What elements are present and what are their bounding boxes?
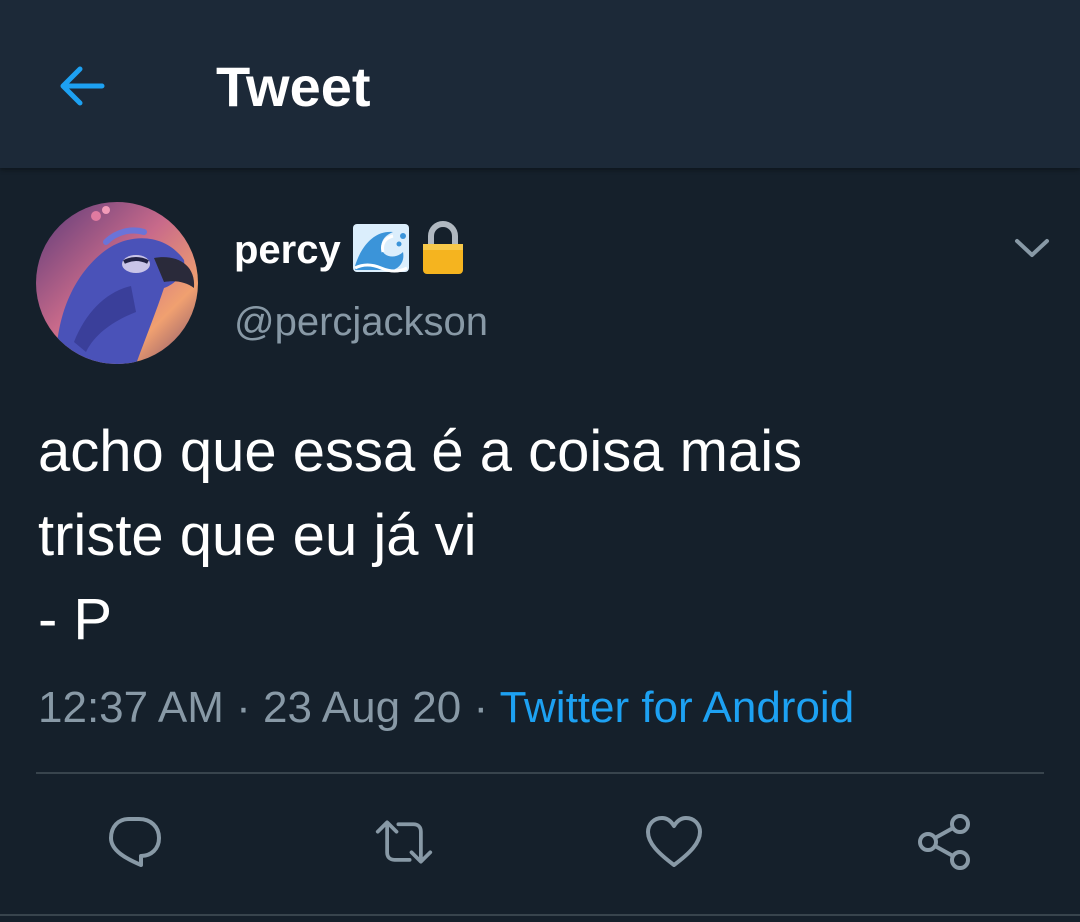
display-name: percy	[234, 228, 341, 272]
meta-separator: ·	[236, 683, 264, 732]
tweet-metadata: 12:37 AM · 23 Aug 20 · Twitter for Andro…	[38, 680, 854, 736]
tweet-time: 12:37 AM	[38, 683, 224, 732]
arrow-left-icon	[60, 66, 105, 106]
top-app-bar: Tweet	[0, 0, 1080, 168]
author-name-row[interactable]: percy	[234, 220, 465, 281]
reply-icon	[109, 817, 161, 867]
reply-button[interactable]	[104, 812, 164, 872]
retweet-icon	[375, 820, 433, 864]
lock-icon	[421, 220, 465, 281]
divider	[36, 772, 1044, 774]
chevron-down-icon	[1015, 239, 1049, 257]
meta-separator: ·	[473, 683, 500, 732]
bottom-divider	[0, 914, 1080, 916]
share-button[interactable]	[914, 812, 974, 872]
like-button[interactable]	[644, 812, 704, 872]
heart-icon	[646, 816, 702, 867]
tweet-text: acho que essa é a coisa mais triste que …	[38, 419, 803, 652]
back-button[interactable]	[52, 56, 112, 116]
tweet-source-link[interactable]: Twitter for Android	[500, 683, 855, 732]
tweet-date: 23 Aug 20	[263, 683, 462, 732]
tweet-options-button[interactable]	[1010, 228, 1054, 268]
share-icon	[918, 814, 970, 870]
avatar[interactable]	[36, 202, 198, 364]
tweet-detail-screen: Tweet percy @percjackson acho que essa é…	[0, 0, 1080, 922]
author-handle[interactable]: @percjackson	[234, 296, 488, 348]
page-title: Tweet	[216, 55, 371, 118]
wave-emoji-icon	[352, 222, 409, 279]
avatar-image	[36, 202, 198, 364]
retweet-button[interactable]	[374, 812, 434, 872]
